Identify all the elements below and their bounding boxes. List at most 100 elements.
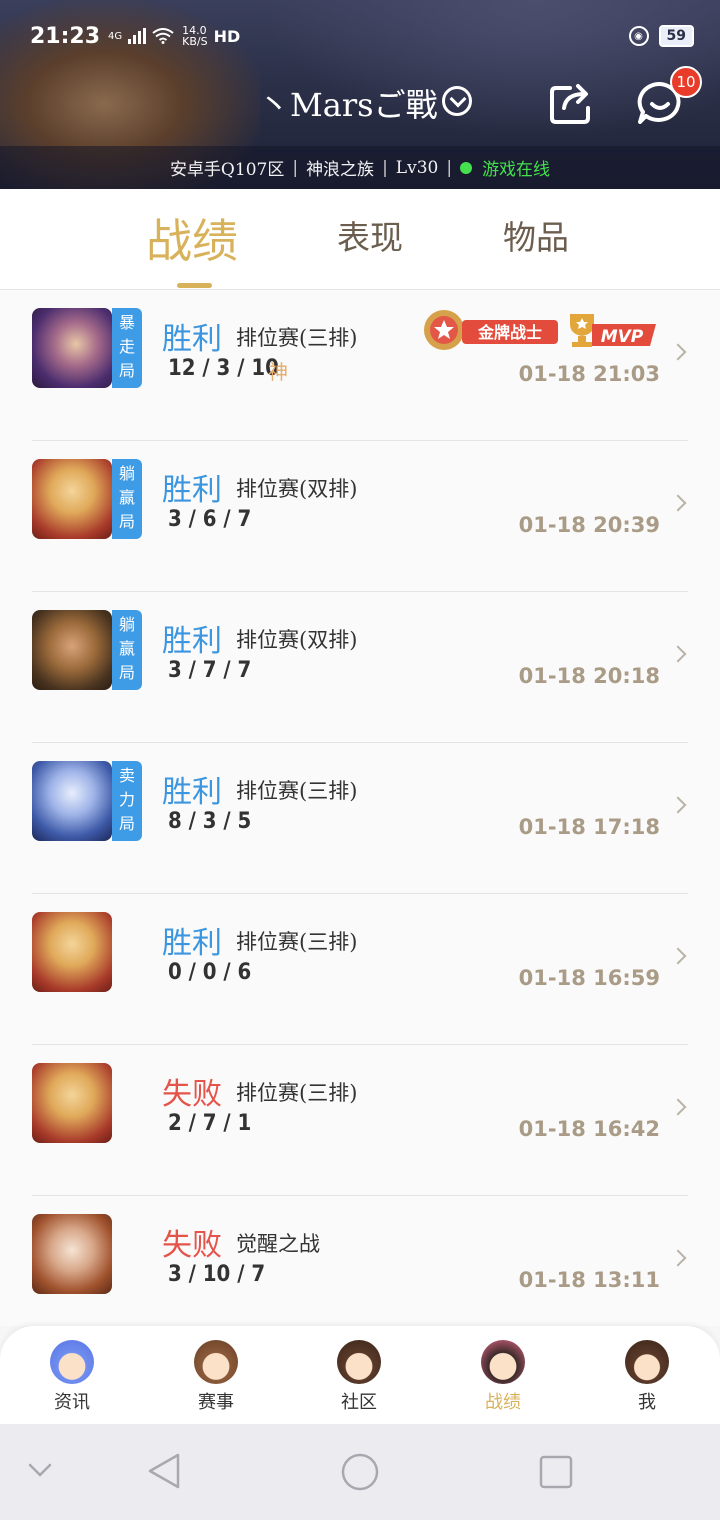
match-kda: 8 / 3 / 5 — [168, 809, 252, 834]
match-row[interactable]: 失败 觉醒之战 3 / 10 / 7 01-18 13:11 — [32, 1196, 688, 1347]
nav-news[interactable]: 资讯 — [22, 1340, 122, 1420]
network-type: 4G — [108, 30, 123, 42]
match-time: 01-18 20:18 — [518, 664, 660, 688]
match-mode: 排位赛(双排) — [236, 477, 358, 501]
tab-record[interactable]: 战绩 — [146, 205, 238, 268]
chevron-right-icon — [669, 1098, 687, 1116]
match-mode: 排位赛(三排) — [236, 326, 358, 350]
match-kda: 3 / 7 / 7 — [168, 658, 252, 683]
mvp-badge: MVP — [570, 314, 656, 347]
nav-me[interactable]: 我 — [597, 1340, 697, 1420]
back-icon[interactable] — [146, 1452, 182, 1490]
chevron-right-icon — [669, 796, 687, 814]
match-result: 失败 — [162, 1077, 222, 1112]
clan-name: 神浪之族 — [306, 160, 375, 180]
match-row[interactable]: 躺赢局 胜利 排位赛(双排) 3 / 7 / 7 01-18 20:18 — [32, 592, 688, 743]
tab-active-indicator — [177, 283, 212, 288]
match-mode: 排位赛(三排) — [236, 779, 358, 803]
player-name[interactable]: 丶Marsご戰 — [258, 80, 438, 126]
match-list: 暴走局 胜利 排位赛(三排) 12 / 3 / 10 神 金牌战士 MVP 01… — [0, 290, 720, 1326]
profile-header: 21:23 4G 14.0 KB/S HD ◉ 59 丶Marsご戰 10 安卓… — [0, 0, 720, 189]
home-icon[interactable] — [340, 1452, 380, 1492]
match-kda: 3 / 6 / 7 — [168, 507, 252, 532]
community-mascot-icon — [337, 1340, 381, 1384]
match-kda: 0 / 0 / 6 — [168, 960, 252, 985]
match-row[interactable]: 躺赢局 胜利 排位赛(双排) 3 / 6 / 7 01-18 20:39 — [32, 441, 688, 592]
match-time: 01-18 20:39 — [518, 513, 660, 537]
status-time: 21:23 — [30, 23, 101, 49]
hero-avatar — [32, 610, 112, 690]
me-mascot-icon — [625, 1340, 669, 1384]
bottom-nav: 资讯 赛事 社区 战绩 我 — [0, 1326, 720, 1424]
match-result: 胜利 — [162, 926, 222, 961]
hero-avatar — [32, 1063, 112, 1143]
events-mascot-icon — [194, 1340, 238, 1384]
chevron-right-icon — [669, 947, 687, 965]
news-mascot-icon — [50, 1340, 94, 1384]
hide-nav-icon[interactable] — [28, 1462, 52, 1478]
profile-info-bar: 安卓手Q107区 | 神浪之族 | Lv30 | 游戏在线 — [0, 146, 720, 189]
match-time: 01-18 21:03 — [518, 362, 660, 386]
wifi-icon — [152, 28, 174, 44]
hero-avatar — [32, 459, 112, 539]
match-row[interactable]: 卖力局 胜利 排位赛(三排) 8 / 3 / 5 01-18 17:18 — [32, 743, 688, 894]
recents-icon[interactable] — [538, 1454, 574, 1490]
server-name: 安卓手Q107区 — [169, 160, 285, 180]
hero-avatar — [32, 1214, 112, 1294]
match-row[interactable]: 暴走局 胜利 排位赛(三排) 12 / 3 / 10 神 金牌战士 MVP 01… — [32, 290, 688, 441]
match-time: 01-18 13:11 — [518, 1268, 660, 1292]
match-kda: 2 / 7 / 1 — [168, 1111, 252, 1136]
match-kda: 3 / 10 / 7 — [168, 1262, 266, 1287]
chevron-right-icon — [669, 645, 687, 663]
gold-warrior-badge: 金牌战士 — [424, 310, 558, 350]
svg-text:金牌战士: 金牌战士 — [477, 323, 542, 342]
status-bar: 21:23 4G 14.0 KB/S HD ◉ 59 — [30, 18, 694, 54]
match-tag: 暴走局 — [112, 308, 142, 388]
match-tag: 躺赢局 — [112, 610, 142, 690]
match-tag: 躺赢局 — [112, 459, 142, 539]
signal-icon — [128, 28, 147, 44]
online-status: 游戏在线 — [482, 160, 551, 180]
match-result: 胜利 — [162, 624, 222, 659]
chevron-down-icon[interactable] — [442, 86, 472, 116]
match-result: 失败 — [162, 1228, 222, 1263]
svg-text:MVP: MVP — [601, 327, 644, 347]
tab-bar: 战绩 表现 物品 — [0, 189, 720, 290]
match-result: 胜利 — [162, 322, 222, 357]
tab-performance[interactable]: 表现 — [337, 211, 403, 271]
god-label: 神 — [268, 360, 288, 384]
share-icon[interactable] — [548, 80, 596, 124]
tab-items[interactable]: 物品 — [503, 211, 569, 271]
hero-avatar — [32, 761, 112, 841]
match-mode: 觉醒之战 — [236, 1232, 320, 1256]
match-row[interactable]: 胜利 排位赛(三排) 0 / 0 / 6 01-18 16:59 — [32, 894, 688, 1045]
hero-avatar — [32, 308, 112, 388]
nav-events[interactable]: 赛事 — [166, 1340, 266, 1420]
battery-indicator: 59 — [658, 25, 694, 47]
match-result: 胜利 — [162, 775, 222, 810]
match-tag: 卖力局 — [112, 761, 142, 841]
hero-avatar — [32, 912, 112, 992]
notification-badge: 10 — [670, 66, 702, 98]
system-navigation-bar — [0, 1424, 720, 1520]
match-time: 01-18 16:42 — [518, 1117, 660, 1141]
chevron-right-icon — [669, 494, 687, 512]
nav-record[interactable]: 战绩 — [453, 1340, 553, 1420]
record-mascot-icon — [481, 1340, 525, 1384]
network-speed: 14.0 KB/S — [182, 24, 208, 48]
online-dot-icon — [460, 161, 473, 174]
nav-community[interactable]: 社区 — [309, 1340, 409, 1420]
match-result: 胜利 — [162, 473, 222, 508]
match-mode: 排位赛(双排) — [236, 628, 358, 652]
match-time: 01-18 17:18 — [518, 815, 660, 839]
match-row[interactable]: 失败 排位赛(三排) 2 / 7 / 1 01-18 16:42 — [32, 1045, 688, 1196]
match-kda: 12 / 3 / 10 — [168, 356, 279, 381]
rotation-lock-icon: ◉ — [628, 26, 649, 46]
match-mode: 排位赛(三排) — [236, 1081, 358, 1105]
match-mode: 排位赛(三排) — [236, 930, 358, 954]
chevron-right-icon — [669, 343, 687, 361]
chevron-right-icon — [669, 1249, 687, 1267]
player-level: Lv30 — [395, 157, 439, 178]
match-time: 01-18 16:59 — [518, 966, 660, 990]
hd-indicator: HD — [213, 26, 241, 46]
